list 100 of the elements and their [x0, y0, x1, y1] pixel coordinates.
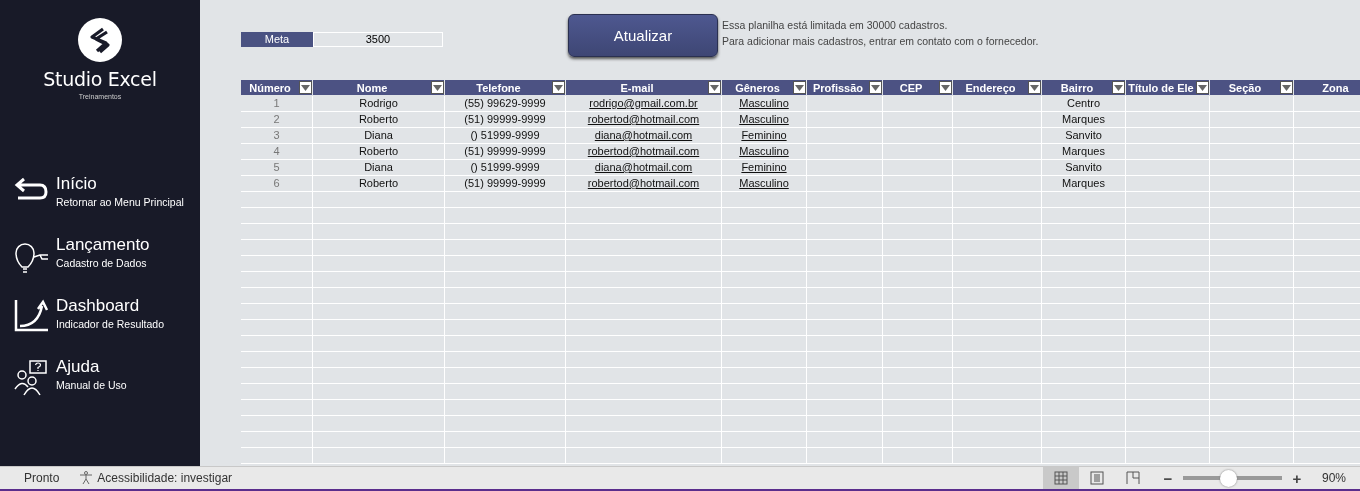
table-cell: () 51999-9999: [445, 160, 566, 176]
table-cell: [241, 208, 313, 224]
help-people-icon[interactable]: [14, 359, 50, 397]
accessibility-status[interactable]: Acessibilidade: investigar: [97, 471, 233, 485]
notice-text: Para adicionar mais cadastros, entrar em contato com o fornecedor.: [722, 34, 1039, 49]
filter-dropdown-button[interactable]: [1028, 81, 1041, 94]
table-cell: Marques: [1042, 112, 1126, 128]
filter-dropdown-button[interactable]: [299, 81, 312, 94]
link-cell[interactable]: diana@hotmail.com: [566, 128, 722, 144]
table-cell: (51) 99999-9999: [445, 112, 566, 128]
table-cell: [883, 304, 953, 320]
column-header[interactable]: Nome: [313, 80, 445, 95]
table-cell: [241, 192, 313, 208]
table-cell: [241, 432, 313, 448]
link-cell[interactable]: Feminino: [722, 128, 807, 144]
table-cell: [883, 160, 953, 176]
table-cell: [241, 384, 313, 400]
nav-title[interactable]: Início: [56, 174, 184, 194]
table-cell: [883, 352, 953, 368]
filter-dropdown-button[interactable]: [708, 81, 721, 94]
table-cell: [883, 128, 953, 144]
column-header[interactable]: Título de Ele: [1126, 80, 1210, 95]
update-button[interactable]: Atualizar: [568, 14, 718, 57]
nav-title[interactable]: Lançamento: [56, 235, 150, 255]
accessibility-icon[interactable]: [79, 471, 94, 485]
table-cell: [241, 256, 313, 272]
link-cell[interactable]: robertod@hotmail.com: [566, 112, 722, 128]
view-button[interactable]: [1042, 467, 1079, 489]
table-cell: () 51999-9999: [445, 128, 566, 144]
filter-dropdown-button[interactable]: [939, 81, 952, 94]
column-header[interactable]: Telefone: [445, 80, 566, 95]
table-cell: [883, 336, 953, 352]
table-cell: (51) 99999-9999: [445, 176, 566, 192]
notice-text: Essa planilha está limitada em 30000 cadastros.: [722, 18, 949, 33]
table-cell: [883, 224, 953, 240]
filter-dropdown-button[interactable]: [793, 81, 806, 94]
meta-label: Meta: [241, 32, 313, 47]
nav-subtitle: Retornar ao Menu Principal: [56, 196, 184, 208]
link-cell[interactable]: rodrigo@gmail.com.br: [566, 96, 722, 112]
table-cell: [241, 240, 313, 256]
column-header[interactable]: Zona: [1294, 80, 1360, 95]
link-cell[interactable]: robertod@hotmail.com: [566, 144, 722, 160]
column-header[interactable]: E-mail: [566, 80, 722, 95]
filter-dropdown-button[interactable]: [1196, 81, 1209, 94]
column-header[interactable]: Seção: [1210, 80, 1294, 95]
filter-dropdown-button[interactable]: [869, 81, 882, 94]
column-header[interactable]: Endereço: [953, 80, 1042, 95]
column-header[interactable]: Profissão: [807, 80, 883, 95]
table-cell: Diana: [313, 128, 445, 144]
column-header[interactable]: CEP: [883, 80, 953, 95]
table-cell: Marques: [1042, 144, 1126, 160]
table-cell: [883, 416, 953, 432]
page-layout-icon: [1089, 471, 1104, 485]
table-cell: [883, 368, 953, 384]
nav-title[interactable]: Dashboard: [56, 296, 164, 316]
table-cell: (55) 99629-9999: [445, 96, 566, 112]
table-cell: Sanvito: [1042, 160, 1126, 176]
link-cell[interactable]: robertod@hotmail.com: [566, 176, 722, 192]
link-cell[interactable]: Masculino: [722, 96, 807, 112]
table-cell: 4: [241, 144, 313, 160]
table-cell: [241, 304, 313, 320]
link-cell[interactable]: Masculino: [722, 112, 807, 128]
table-cell: 1: [241, 96, 313, 112]
link-cell[interactable]: Feminino: [722, 160, 807, 176]
table-cell: 2: [241, 112, 313, 128]
column-header[interactable]: Número: [241, 80, 313, 95]
column-header[interactable]: Gêneros: [722, 80, 807, 95]
slider-thumb[interactable]: [1219, 469, 1237, 487]
table-cell: (51) 99999-9999: [445, 144, 566, 160]
table-cell: [883, 288, 953, 304]
zoom-in-button[interactable]: +: [1289, 469, 1304, 487]
table-cell: [241, 400, 313, 416]
link-cell[interactable]: Masculino: [722, 144, 807, 160]
table-cell: [883, 112, 953, 128]
table-cell: [883, 96, 953, 112]
table-cell: [241, 352, 313, 368]
table-cell: Roberto: [313, 112, 445, 128]
filter-dropdown-button[interactable]: [431, 81, 444, 94]
filter-dropdown-button[interactable]: [552, 81, 565, 94]
table-cell: [883, 320, 953, 336]
table-cell: Marques: [1042, 176, 1126, 192]
meta-value: 3500: [313, 32, 443, 47]
filter-dropdown-button[interactable]: [1280, 81, 1293, 94]
nav-subtitle: Manual de Uso: [56, 379, 127, 391]
table-cell: Roberto: [313, 144, 445, 160]
link-cell[interactable]: diana@hotmail.com: [566, 160, 722, 176]
nav-subtitle: Cadastro de Dados: [56, 257, 148, 269]
table-cell: Diana: [313, 160, 445, 176]
table-cell: [883, 400, 953, 416]
table-cell: [241, 448, 313, 464]
filter-dropdown-button[interactable]: [1112, 81, 1125, 94]
zoom-out-button[interactable]: −: [1160, 469, 1175, 487]
column-header[interactable]: Bairro: [1042, 80, 1126, 95]
status-text: Pronto: [24, 471, 60, 485]
nav-title[interactable]: Ajuda: [56, 357, 127, 377]
table-cell: [883, 192, 953, 208]
nav-subtitle: Indicador de Resultado: [56, 318, 164, 330]
link-cell[interactable]: Masculino: [722, 176, 807, 192]
table-cell: 5: [241, 160, 313, 176]
table-cell: Rodrigo: [313, 96, 445, 112]
